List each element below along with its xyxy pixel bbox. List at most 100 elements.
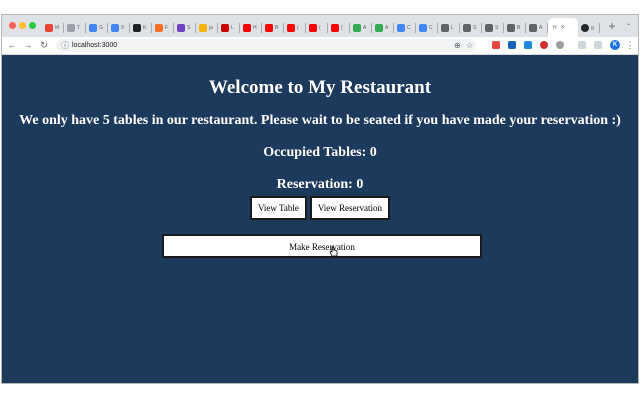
tab-title: A: [385, 24, 389, 31]
browser-tab[interactable]: L: [218, 18, 240, 37]
zoom-icon[interactable]: ⊕: [454, 39, 461, 52]
browser-tab[interactable]: G: [86, 18, 108, 37]
site-info-icon[interactable]: ⓘ: [61, 40, 69, 51]
extension-icon[interactable]: [540, 41, 548, 49]
back-icon[interactable]: ←: [6, 39, 18, 51]
reservation-count: Reservation: 0: [276, 177, 364, 192]
gmail-icon: [45, 23, 53, 32]
browser-tab[interactable]: B: [262, 18, 284, 37]
extension-icon[interactable]: [556, 41, 564, 49]
browser-tab[interactable]: L: [438, 18, 460, 37]
tab-title: (: [319, 24, 321, 31]
url-text[interactable]: localhost:3000: [72, 39, 117, 52]
tab-icon: [507, 23, 515, 32]
close-tab-icon[interactable]: ×: [561, 24, 565, 31]
extension-icon[interactable]: [492, 41, 500, 49]
tab-title: C: [429, 24, 433, 31]
tab-title: M: [55, 24, 60, 31]
browser-tab[interactable]: K: [130, 18, 152, 37]
maximize-window-icon[interactable]: [29, 22, 36, 29]
tab-title: A: [539, 24, 543, 31]
browser-tab[interactable]: C: [394, 18, 416, 37]
browser-tab[interactable]: C: [416, 18, 438, 37]
bookmark-star-icon[interactable]: ☆: [466, 39, 473, 52]
tab-title: H: [553, 24, 557, 31]
tab-icon: [397, 23, 405, 32]
browser-tab[interactable]: A: [350, 18, 372, 37]
tab-icon: [463, 23, 471, 32]
youtube-icon: [309, 23, 317, 32]
new-tab-button[interactable]: +: [605, 18, 619, 34]
tab-icon: [485, 23, 493, 32]
hand-pointer-cursor-icon: [329, 246, 338, 257]
tab-icon: [199, 23, 207, 32]
occupied-tables-count: Occupied Tables: 0: [263, 145, 377, 160]
tab-title: ja: [209, 24, 213, 31]
youtube-icon: [243, 23, 251, 32]
reading-list-icon[interactable]: [594, 41, 602, 49]
browser-tab[interactable]: B: [504, 18, 526, 37]
tab-title: L: [451, 24, 454, 31]
page-subtitle: We only have 5 tables in our restaurant.…: [19, 113, 621, 128]
address-bar[interactable]: ⓘ localhost:3000 ⊕ ☆: [56, 39, 476, 52]
tab-strip: M T G 9 K F Sja L H B(((A A C C L S S B A H × g + ⌄: [2, 15, 638, 37]
google-icon: [111, 23, 119, 32]
tab-title: B: [275, 24, 279, 31]
minimize-window-icon[interactable]: [19, 22, 26, 29]
browser-tab[interactable]: S: [460, 18, 482, 37]
browser-tab[interactable]: T: [64, 18, 86, 37]
view-table-button[interactable]: View Table: [249, 196, 307, 220]
tab-icon: [67, 23, 75, 32]
google-icon: [89, 23, 97, 32]
cast-icon[interactable]: [578, 41, 586, 49]
active-browser-tab[interactable]: H ×: [548, 18, 578, 37]
browser-tab[interactable]: S: [174, 18, 196, 37]
gitlab-icon: [155, 23, 163, 32]
tab-icon: [221, 23, 229, 32]
tab-icon: [177, 23, 185, 32]
github-icon: [581, 23, 589, 32]
browser-tab[interactable]: F: [152, 18, 174, 37]
browser-tab[interactable]: A: [526, 18, 548, 37]
browser-tab[interactable]: g: [578, 18, 600, 37]
tab-title: B: [517, 24, 521, 31]
tab-icon: [441, 23, 449, 32]
browser-tab[interactable]: H: [240, 18, 262, 37]
reload-icon[interactable]: ↻: [38, 39, 50, 51]
tab-title: H: [253, 24, 257, 31]
browser-tab[interactable]: A: [372, 18, 394, 37]
tab-title: 9: [121, 24, 124, 31]
tab-title: L: [231, 24, 234, 31]
tab-title: C: [407, 24, 411, 31]
browser-window: M T G 9 K F Sja L H B(((A A C C L S S B A H × g + ⌄ ← → ↻ ⓘ …: [1, 14, 639, 384]
youtube-icon: [287, 23, 295, 32]
tab-title: S: [473, 24, 477, 31]
browser-tab[interactable]: 9: [108, 18, 130, 37]
extension-icon[interactable]: [508, 41, 516, 49]
browser-tab[interactable]: (: [328, 18, 350, 37]
menu-kebab-icon[interactable]: ⋮: [624, 39, 636, 51]
browser-tab[interactable]: M: [42, 18, 64, 37]
forward-icon[interactable]: →: [22, 39, 34, 51]
browser-tab[interactable]: S: [482, 18, 504, 37]
tab-title: K: [143, 24, 147, 31]
page-content: Welcome to My Restaurant We only have 5 …: [2, 55, 638, 383]
close-window-icon[interactable]: [9, 22, 16, 29]
view-reservation-button[interactable]: View Reservation: [309, 196, 391, 220]
make-reservation-button[interactable]: Make Reservation: [162, 234, 482, 258]
tab-icon: [353, 23, 361, 32]
tab-title: (: [341, 24, 343, 31]
tab-title: T: [77, 24, 81, 31]
tab-title: A: [363, 24, 367, 31]
tab-title: F: [165, 24, 169, 31]
tab-search-icon[interactable]: ⌄: [626, 20, 631, 27]
browser-toolbar: ← → ↻ ⓘ localhost:3000 ⊕ ☆ K ⋮: [2, 37, 638, 55]
page-title: Welcome to My Restaurant: [208, 77, 432, 98]
extension-icon[interactable]: [524, 41, 532, 49]
tab-title: g: [591, 24, 594, 31]
tab-title: S: [187, 24, 191, 31]
browser-tab[interactable]: (: [284, 18, 306, 37]
profile-avatar[interactable]: K: [610, 40, 620, 50]
browser-tab[interactable]: ja: [196, 18, 218, 37]
browser-tab[interactable]: (: [306, 18, 328, 37]
